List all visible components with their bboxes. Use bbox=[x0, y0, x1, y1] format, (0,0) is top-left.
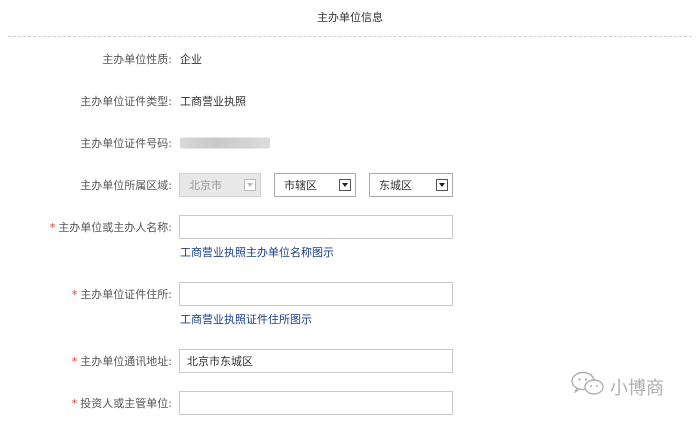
cert-address-label-text: 主办单位证件住所: bbox=[80, 288, 172, 301]
cert-type-value: 工商营业执照 bbox=[180, 95, 246, 108]
chevron-down-icon[interactable] bbox=[436, 179, 448, 191]
region-label: 主办单位所属区域: bbox=[80, 179, 172, 192]
province-select: 北京市 bbox=[179, 173, 261, 197]
province-select-value: 北京市 bbox=[189, 179, 222, 192]
investor-label-text: 投资人或主管单位: bbox=[80, 397, 172, 410]
district-select[interactable]: 东城区 bbox=[369, 173, 453, 197]
org-name-row: * 主办单位或主办人名称: bbox=[0, 215, 700, 239]
section-title: 主办单位信息 bbox=[317, 11, 383, 24]
chevron-down-icon bbox=[244, 179, 256, 191]
city-select[interactable]: 市辖区 bbox=[274, 173, 356, 197]
cert-no-redacted bbox=[180, 137, 270, 149]
cert-address-input[interactable] bbox=[179, 282, 453, 306]
required-mark: * bbox=[71, 288, 78, 301]
watermark: 小博商 bbox=[570, 370, 690, 400]
required-mark: * bbox=[49, 221, 56, 234]
cert-type-label: 主办单位证件类型: bbox=[80, 95, 172, 108]
org-name-label-text: 主办单位或主办人名称: bbox=[58, 221, 172, 234]
cert-no-label: 主办单位证件号码: bbox=[80, 137, 172, 150]
nature-row: 主办单位性质: 企业 bbox=[0, 47, 700, 71]
mail-address-label-text: 主办单位通讯地址: bbox=[80, 355, 172, 368]
org-name-label: * 主办单位或主办人名称: bbox=[50, 219, 172, 235]
city-select-value: 市辖区 bbox=[284, 179, 317, 192]
cert-type-row: 主办单位证件类型: 工商营业执照 bbox=[0, 89, 700, 113]
watermark-text: 小博商 bbox=[610, 378, 664, 399]
cert-address-row: * 主办单位证件住所: bbox=[0, 282, 700, 306]
mail-address-input[interactable] bbox=[179, 349, 453, 373]
required-mark: * bbox=[71, 397, 78, 410]
chevron-down-icon[interactable] bbox=[339, 179, 351, 191]
district-select-value: 东城区 bbox=[379, 179, 412, 192]
investor-input[interactable] bbox=[179, 391, 453, 415]
nature-value: 企业 bbox=[180, 53, 202, 66]
org-name-hint-link[interactable]: 工商营业执照主办单位名称图示 bbox=[180, 244, 334, 260]
cert-no-row: 主办单位证件号码: bbox=[0, 131, 700, 155]
section-divider bbox=[8, 36, 692, 37]
cert-address-hint-link[interactable]: 工商营业执照证件住所图示 bbox=[180, 311, 312, 327]
nature-label: 主办单位性质: bbox=[102, 53, 172, 66]
region-row: 主办单位所属区域: 北京市 市辖区 东城区 bbox=[0, 173, 700, 197]
org-name-input[interactable] bbox=[179, 215, 453, 239]
cert-address-label: * 主办单位证件住所: bbox=[72, 286, 172, 302]
investor-label: * 投资人或主管单位: bbox=[72, 395, 172, 411]
required-mark: * bbox=[71, 355, 78, 368]
wechat-logo-icon bbox=[571, 371, 604, 395]
mail-address-label: * 主办单位通讯地址: bbox=[72, 353, 172, 369]
